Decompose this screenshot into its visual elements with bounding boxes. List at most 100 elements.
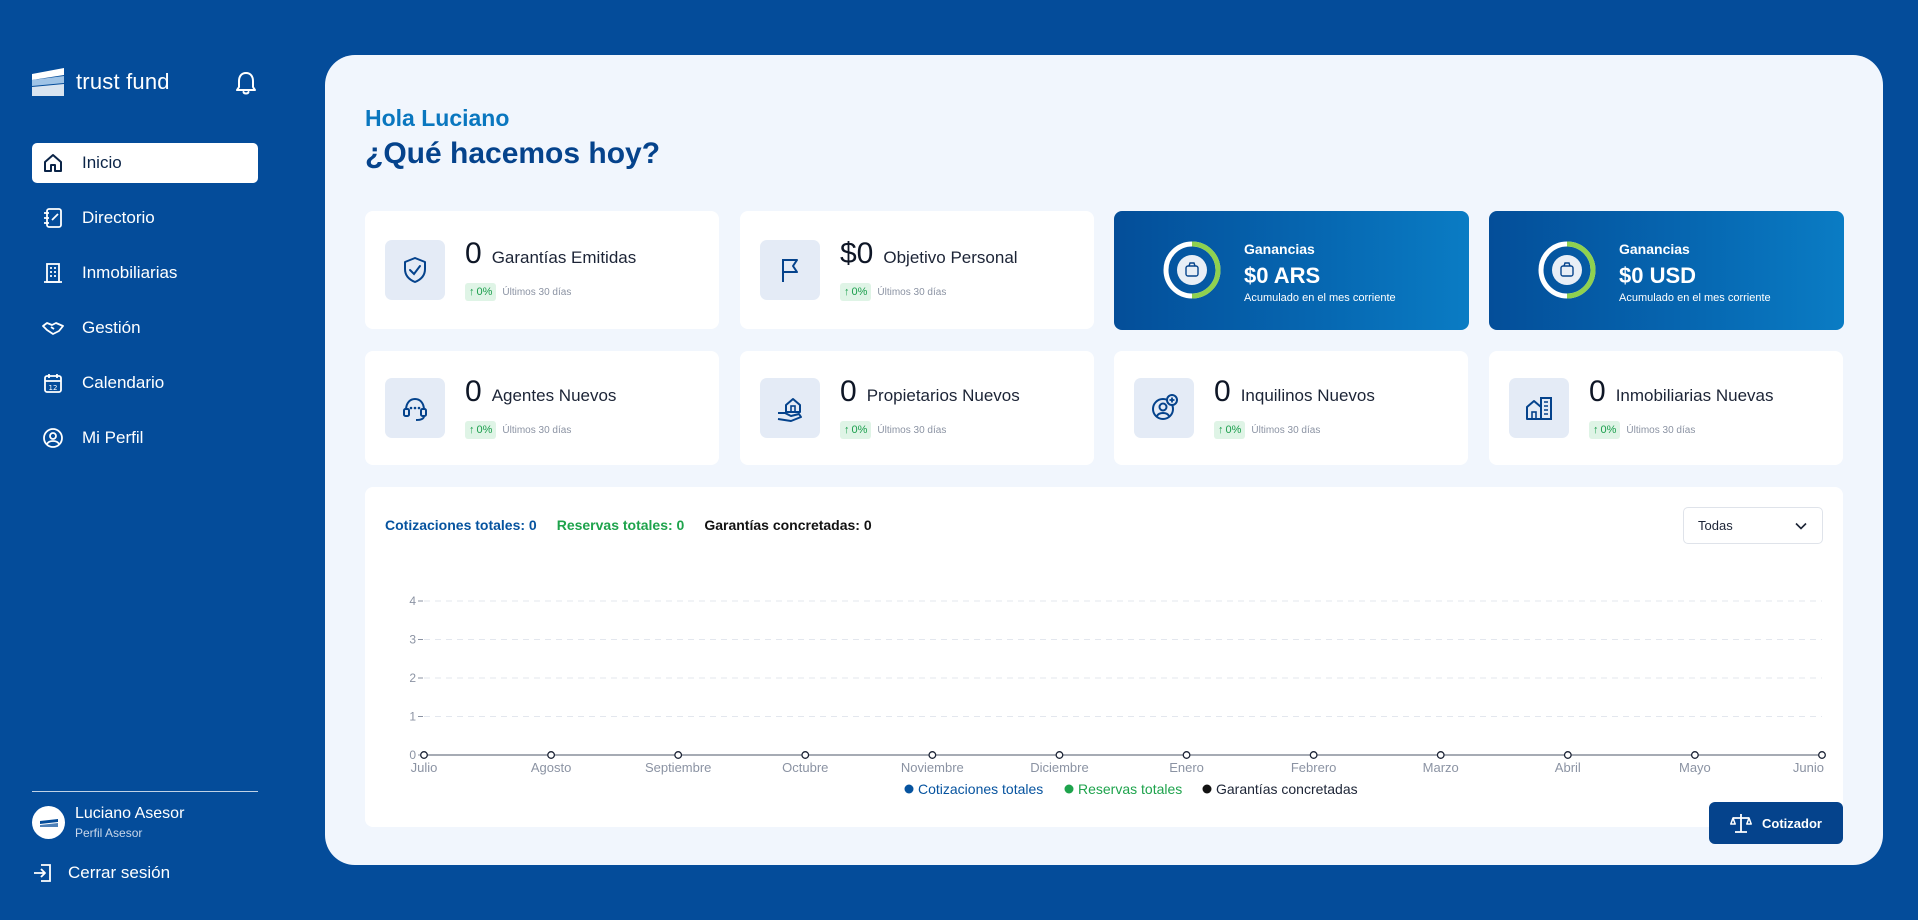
- x-tick-label: Junio: [1793, 760, 1824, 775]
- period-label: Últimos 30 días: [502, 286, 572, 298]
- period-label: Últimos 30 días: [1251, 424, 1321, 436]
- data-point: [801, 751, 810, 759]
- calendar-icon: 12: [42, 372, 64, 394]
- building-icon: [42, 262, 64, 284]
- greeting: Hola Luciano: [365, 105, 510, 131]
- user-plus-icon: [1134, 378, 1194, 438]
- earnings-value: $0 USD: [1619, 263, 1697, 288]
- stat-label: Inquilinos Nuevos: [1240, 386, 1375, 405]
- x-tick-label: Noviembre: [901, 760, 964, 775]
- stat-card-inmobiliarias-nuevas[interactable]: 0 Inmobiliarias Nuevas ↑ 0% Últimos 30 días: [1489, 351, 1843, 465]
- sidebar: trust fund Inicio Directorio Inmobiliari…: [0, 0, 290, 920]
- trust-fund-logo-icon: [39, 818, 58, 827]
- main-panel: Hola Luciano ¿Qué hacemos hoy? 0 Garantía…: [325, 55, 1883, 865]
- change-badge: ↑ 0%: [1214, 421, 1246, 439]
- data-point: [1818, 751, 1826, 759]
- stat-card-propietarios-nuevos[interactable]: 0 Propietarios Nuevos ↑ 0% Últimos 30 días: [740, 351, 1094, 465]
- arrow-up-icon: ↑: [1593, 424, 1599, 436]
- y-tick-label: 1: [409, 710, 416, 724]
- earnings-card-usd[interactable]: Ganancias $0 USD Acumulado en el mes cor…: [1489, 211, 1844, 330]
- stat-card-objetivo-personal[interactable]: $0 Objetivo Personal ↑ 0% Últimos 30 días: [740, 211, 1094, 329]
- stat-value: 0: [1589, 375, 1606, 408]
- trust-fund-logo-icon: [32, 68, 64, 96]
- earnings-subtitle: Acumulado en el mes corriente: [1244, 292, 1396, 304]
- stat-label: Inmobiliarias Nuevas: [1615, 386, 1774, 405]
- change-badge: ↑ 0%: [465, 283, 497, 301]
- y-tick-label: 3: [409, 633, 416, 647]
- change-value: 0%: [476, 424, 493, 436]
- sidebar-nav: Inicio Directorio Inmobiliarias Gestión …: [32, 143, 258, 473]
- data-point: [1309, 751, 1318, 759]
- x-tick-label: Septiembre: [645, 760, 711, 775]
- legend-label: Garantías concretadas: [1216, 781, 1358, 797]
- sidebar-item-gestion[interactable]: Gestión: [32, 308, 258, 348]
- data-point: [1436, 751, 1445, 759]
- sidebar-divider: [32, 791, 258, 792]
- x-tick-label: Agosto: [531, 760, 571, 775]
- data-point: [928, 751, 937, 759]
- change-value: 0%: [851, 424, 868, 436]
- arrow-up-icon: ↑: [469, 286, 475, 298]
- sidebar-item-label: Inicio: [82, 153, 122, 172]
- y-tick-label: 4: [409, 594, 416, 608]
- earnings-card-ars[interactable]: Ganancias $0 ARS Acumulado en el mes cor…: [1114, 211, 1469, 330]
- stat-value: 0: [1214, 375, 1231, 408]
- legend-swatch: [1064, 784, 1074, 794]
- sidebar-item-inicio[interactable]: Inicio: [32, 143, 258, 183]
- data-point: [1690, 751, 1699, 759]
- scale-icon: [1730, 814, 1752, 833]
- shield-check-icon: [385, 240, 445, 300]
- headset-icon: [385, 378, 445, 438]
- x-tick-label: Febrero: [1291, 760, 1337, 775]
- bell-icon[interactable]: [234, 70, 258, 96]
- stat-card-inquilinos-nuevos[interactable]: 0 Inquilinos Nuevos ↑ 0% Últimos 30 días: [1114, 351, 1468, 465]
- x-tick-label: Octubre: [782, 760, 828, 775]
- page-title: ¿Qué hacemos hoy?: [365, 137, 661, 170]
- brand[interactable]: trust fund: [32, 68, 170, 96]
- data-point: [547, 751, 556, 759]
- sidebar-item-calendario[interactable]: 12 Calendario: [32, 363, 258, 403]
- earnings-subtitle: Acumulado en el mes corriente: [1619, 292, 1771, 304]
- sidebar-item-mi-perfil[interactable]: Mi Perfil: [32, 418, 258, 458]
- change-badge: ↑ 0%: [840, 283, 872, 301]
- cotizador-label: Cotizador: [1762, 815, 1822, 831]
- sidebar-item-label: Calendario: [82, 373, 165, 392]
- stat-value: 0: [840, 375, 857, 408]
- legend-swatch: [1202, 784, 1212, 794]
- data-point: [1055, 751, 1064, 759]
- user-profile[interactable]: Luciano Asesor Perfil Asesor: [32, 805, 184, 840]
- data-point: [420, 751, 428, 759]
- data-point: [674, 751, 683, 759]
- house-hand-icon: [760, 378, 820, 438]
- sidebar-item-inmobiliarias[interactable]: Inmobiliarias: [32, 253, 258, 293]
- x-tick-label: Marzo: [1423, 760, 1459, 775]
- period-label: Últimos 30 días: [502, 424, 572, 436]
- legend-swatch: [904, 784, 914, 794]
- change-badge: ↑ 0%: [1589, 421, 1621, 439]
- change-badge: ↑ 0%: [840, 421, 872, 439]
- change-badge: ↑ 0%: [465, 421, 497, 439]
- x-tick-label: Enero: [1169, 760, 1204, 775]
- arrow-up-icon: ↑: [1218, 424, 1224, 436]
- period-label: Últimos 30 días: [877, 424, 947, 436]
- x-tick-label: Julio: [411, 760, 438, 775]
- stat-label: Agentes Nuevos: [491, 386, 617, 405]
- change-value: 0%: [476, 286, 493, 298]
- x-tick-label: Diciembre: [1030, 760, 1089, 775]
- stat-card-garantias-emitidas[interactable]: 0 Garantías Emitidas ↑ 0% Últimos 30 días: [365, 211, 719, 329]
- brand-name: trust fund: [76, 69, 170, 94]
- x-tick-label: Abril: [1555, 760, 1581, 775]
- sidebar-item-label: Directorio: [82, 208, 155, 227]
- sidebar-item-directorio[interactable]: Directorio: [32, 198, 258, 238]
- logout-button[interactable]: Cerrar sesión: [32, 862, 170, 884]
- legend-label: Reservas totales: [1078, 781, 1182, 797]
- cotizador-button[interactable]: Cotizador: [1709, 802, 1843, 844]
- stat-card-agentes-nuevos[interactable]: 0 Agentes Nuevos ↑ 0% Últimos 30 días: [365, 351, 719, 465]
- y-tick-label: 2: [409, 671, 416, 685]
- arrow-up-icon: ↑: [469, 424, 475, 436]
- earnings-title: Ganancias: [1244, 241, 1315, 257]
- stat-value: 0: [465, 375, 482, 408]
- sidebar-item-label: Mi Perfil: [82, 428, 144, 447]
- change-value: 0%: [1225, 424, 1242, 436]
- logout-icon: [34, 864, 51, 882]
